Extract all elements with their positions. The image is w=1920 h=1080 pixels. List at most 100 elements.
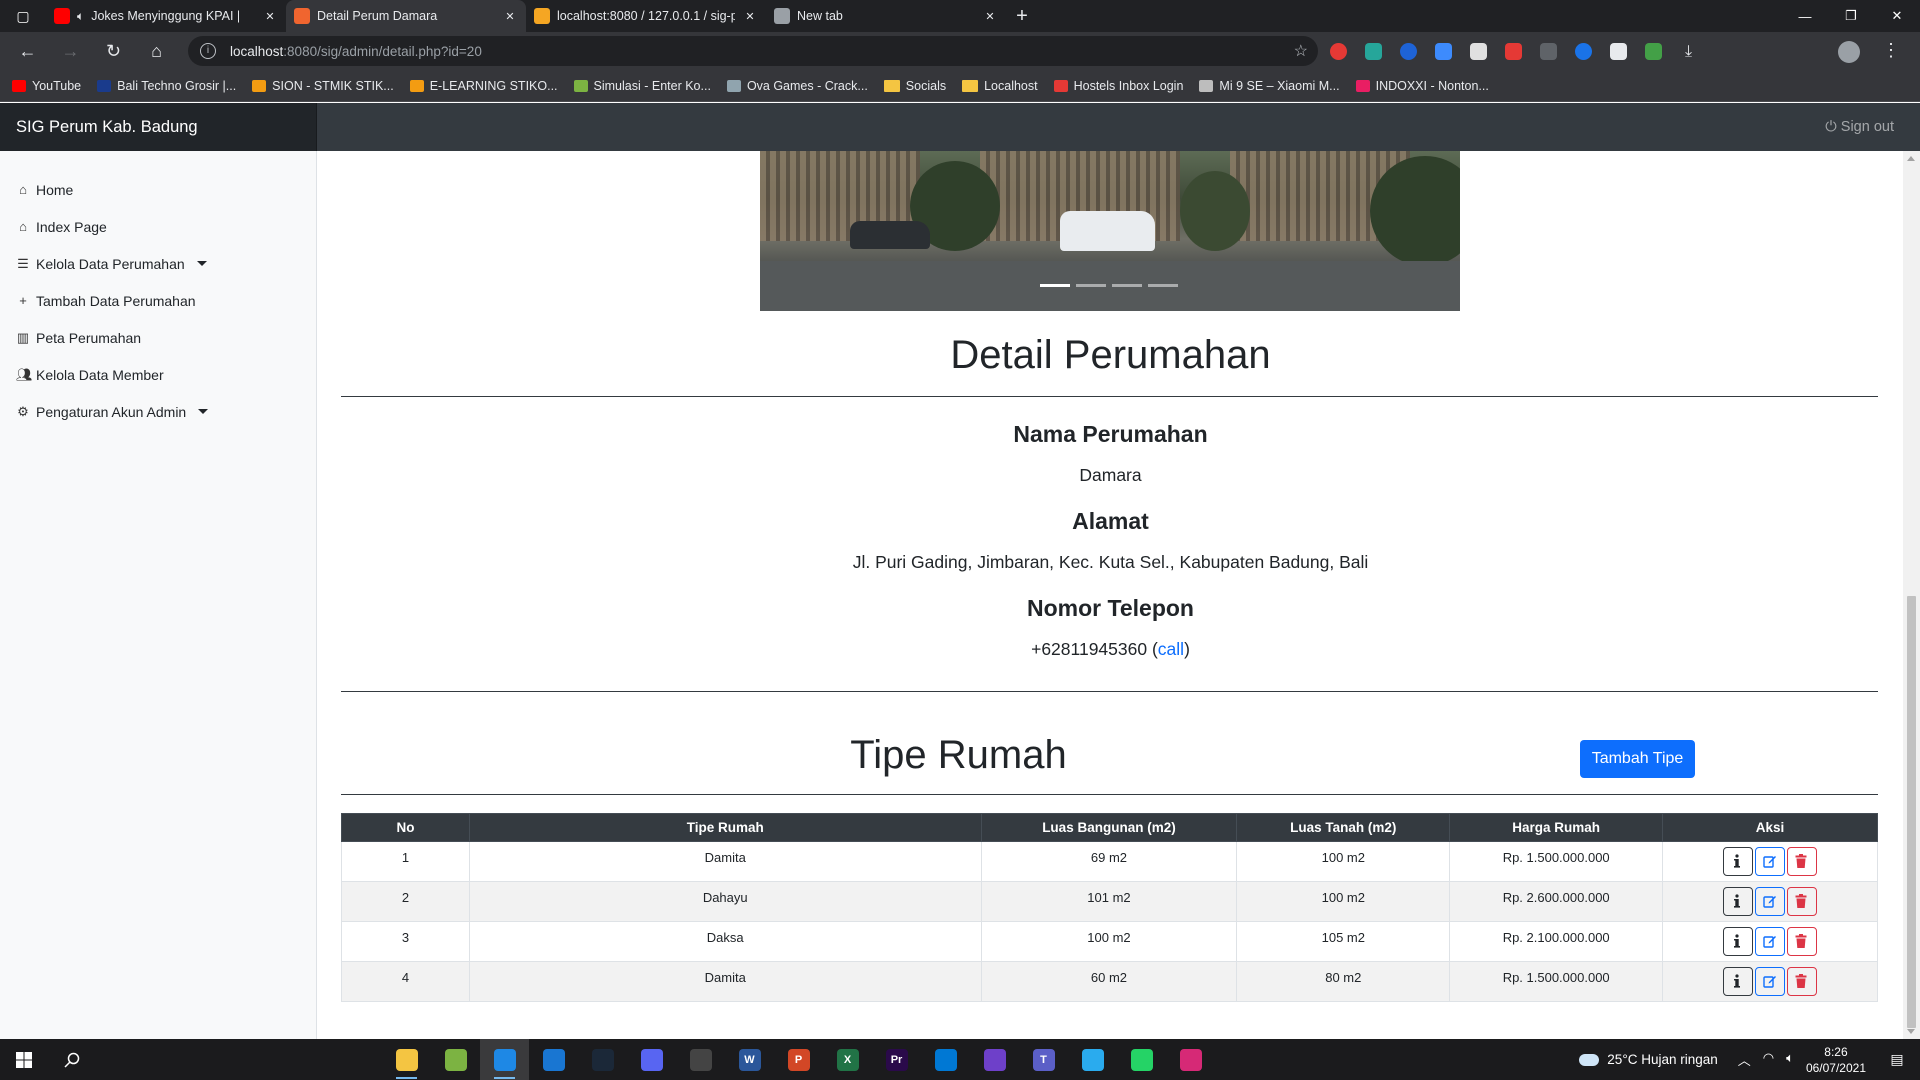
taskbar-app[interactable] xyxy=(970,1039,1019,1080)
extension-icon[interactable] xyxy=(1470,42,1487,60)
browser-tab[interactable]: localhost:8080 / 127.0.0.1 / sig-p ✕ xyxy=(526,0,766,32)
sidebar-item[interactable]: ⌂ Home xyxy=(0,171,316,208)
taskbar-app[interactable] xyxy=(431,1039,480,1080)
bookmark-item[interactable]: Mi 9 SE – Xiaomi M... xyxy=(1199,79,1340,93)
page-scrollbar[interactable] xyxy=(1903,151,1920,1039)
bookmark-item[interactable]: Bali Techno Grosir |... xyxy=(97,79,236,93)
taskbar-app[interactable]: X xyxy=(823,1039,872,1080)
taskbar-app[interactable] xyxy=(627,1039,676,1080)
sidebar-item[interactable]: ⌂ Index Page xyxy=(0,208,316,245)
notification-icon[interactable]: ▤ xyxy=(1882,1051,1912,1068)
bookmark-item[interactable]: Ova Games - Crack... xyxy=(726,79,868,93)
info-button[interactable] xyxy=(1723,927,1754,956)
bookmark-item[interactable]: Localhost xyxy=(962,79,1038,93)
close-tab-icon[interactable]: ✕ xyxy=(982,10,998,23)
restore-icon[interactable]: ❐ xyxy=(1828,0,1874,32)
extension-icon[interactable] xyxy=(1505,42,1522,60)
forward-icon[interactable]: → xyxy=(49,41,92,62)
carousel-indicator[interactable] xyxy=(1148,284,1178,287)
browser-tab[interactable]: Detail Perum Damara ✕ xyxy=(286,0,526,32)
tab-actions-icon[interactable]: ▢ xyxy=(0,0,46,32)
scroll-down-icon[interactable] xyxy=(1907,1029,1915,1034)
address-bar[interactable]: i localhost:8080/sig/admin/detail.php?id… xyxy=(188,36,1318,66)
browser-menu-icon[interactable]: ⋮ xyxy=(1882,40,1900,61)
edit-button[interactable] xyxy=(1755,847,1786,876)
edit-button[interactable] xyxy=(1755,887,1786,916)
wifi-icon[interactable]: ◠ xyxy=(1763,1050,1774,1069)
delete-button[interactable] xyxy=(1787,967,1818,996)
carousel-indicators[interactable] xyxy=(1040,284,1178,287)
bookmark-item[interactable]: INDOXXI - Nonton... xyxy=(1355,79,1489,93)
profile-avatar[interactable] xyxy=(1838,41,1860,63)
info-button[interactable] xyxy=(1723,847,1754,876)
site-info-icon[interactable]: i xyxy=(200,43,216,59)
back-icon[interactable]: ← xyxy=(6,41,49,62)
volume-icon[interactable]: 🔈︎ xyxy=(1786,1050,1794,1069)
taskbar-app[interactable]: P xyxy=(774,1039,823,1080)
bookmark-item[interactable]: YouTube xyxy=(12,79,81,93)
taskbar-app[interactable]: W xyxy=(725,1039,774,1080)
bookmark-star-icon[interactable]: ☆ xyxy=(1294,41,1308,61)
taskbar-app[interactable] xyxy=(676,1039,725,1080)
browser-tab[interactable]: New tab ✕ xyxy=(766,0,1006,32)
sidebar-item[interactable]: ☰ Kelola Data Perumahan xyxy=(0,245,316,282)
tambah-tipe-button[interactable]: Tambah Tipe xyxy=(1580,740,1695,778)
download-icon[interactable]: ⤓ xyxy=(1680,43,1697,60)
info-button[interactable] xyxy=(1723,967,1754,996)
camera-extension-icon[interactable] xyxy=(1610,42,1627,60)
bookmark-item[interactable]: SION - STMIK STIK... xyxy=(252,79,394,93)
app-brand[interactable]: SIG Perum Kab. Badung xyxy=(0,103,317,151)
sidebar-item[interactable]: ⚙ Pengaturan Akun Admin xyxy=(0,393,316,430)
taskbar-app[interactable] xyxy=(480,1039,529,1080)
speaker-icon[interactable]: 🔈︎ xyxy=(77,9,84,24)
extension-icon[interactable] xyxy=(1400,42,1417,60)
extension-icon[interactable] xyxy=(1645,42,1662,60)
delete-button[interactable] xyxy=(1787,887,1818,916)
bookmark-item[interactable]: Hostels Inbox Login xyxy=(1053,79,1183,93)
call-link[interactable]: call xyxy=(1158,639,1184,659)
info-button[interactable] xyxy=(1723,887,1754,916)
bookmark-item[interactable]: Simulasi - Enter Ko... xyxy=(573,79,711,93)
taskbar-app[interactable]: Pr xyxy=(872,1039,921,1080)
start-button[interactable] xyxy=(0,1039,48,1080)
close-tab-icon[interactable]: ✕ xyxy=(742,10,758,23)
weather-widget[interactable]: 25°C Hujan ringan xyxy=(1579,1052,1718,1067)
edit-button[interactable] xyxy=(1755,927,1786,956)
new-tab-button[interactable]: + xyxy=(1006,5,1038,28)
carousel-indicator[interactable] xyxy=(1040,284,1070,287)
close-tab-icon[interactable]: ✕ xyxy=(262,10,278,23)
bookmark-item[interactable]: Socials xyxy=(883,79,946,93)
scroll-up-icon[interactable] xyxy=(1907,156,1915,161)
chevron-up-icon[interactable]: ︿ xyxy=(1738,1050,1751,1069)
extension-icon[interactable] xyxy=(1540,42,1557,60)
carousel-indicator[interactable] xyxy=(1112,284,1142,287)
taskbar-app[interactable] xyxy=(529,1039,578,1080)
extension-icon[interactable] xyxy=(1435,42,1452,60)
taskbar-app[interactable] xyxy=(1068,1039,1117,1080)
taskbar-app[interactable] xyxy=(578,1039,627,1080)
delete-button[interactable] xyxy=(1787,847,1818,876)
search-icon[interactable] xyxy=(48,1039,96,1080)
browser-tab[interactable]: 🔈︎ Jokes Menyinggung KPAI | ✕ xyxy=(46,0,286,32)
taskbar-app[interactable] xyxy=(921,1039,970,1080)
taskbar-app[interactable] xyxy=(1166,1039,1215,1080)
sidebar-item[interactable]: 👥︎ Kelola Data Member xyxy=(0,356,316,393)
reload-icon[interactable]: ↻ xyxy=(92,41,135,62)
taskbar-app[interactable] xyxy=(382,1039,431,1080)
home-browser-icon[interactable]: ⌂ xyxy=(135,41,178,62)
delete-button[interactable] xyxy=(1787,927,1818,956)
sign-out-link[interactable]: ⏻ Sign out xyxy=(1825,103,1894,151)
edit-button[interactable] xyxy=(1755,967,1786,996)
bookmark-item[interactable]: E-LEARNING STIKO... xyxy=(409,79,558,93)
taskbar-app[interactable]: T xyxy=(1019,1039,1068,1080)
close-window-icon[interactable]: ✕ xyxy=(1874,0,1920,32)
clock[interactable]: 8:26 06/07/2021 xyxy=(1806,1044,1866,1076)
sidebar-item[interactable]: ▥ Peta Perumahan xyxy=(0,319,316,356)
extension-icon[interactable] xyxy=(1575,42,1592,60)
taskbar-app[interactable] xyxy=(1117,1039,1166,1080)
sidebar-item[interactable]: + Tambah Data Perumahan xyxy=(0,282,316,319)
close-tab-icon[interactable]: ✕ xyxy=(502,10,518,23)
extension-icon[interactable] xyxy=(1365,42,1382,60)
carousel-indicator[interactable] xyxy=(1076,284,1106,287)
extension-icon[interactable] xyxy=(1330,42,1347,60)
